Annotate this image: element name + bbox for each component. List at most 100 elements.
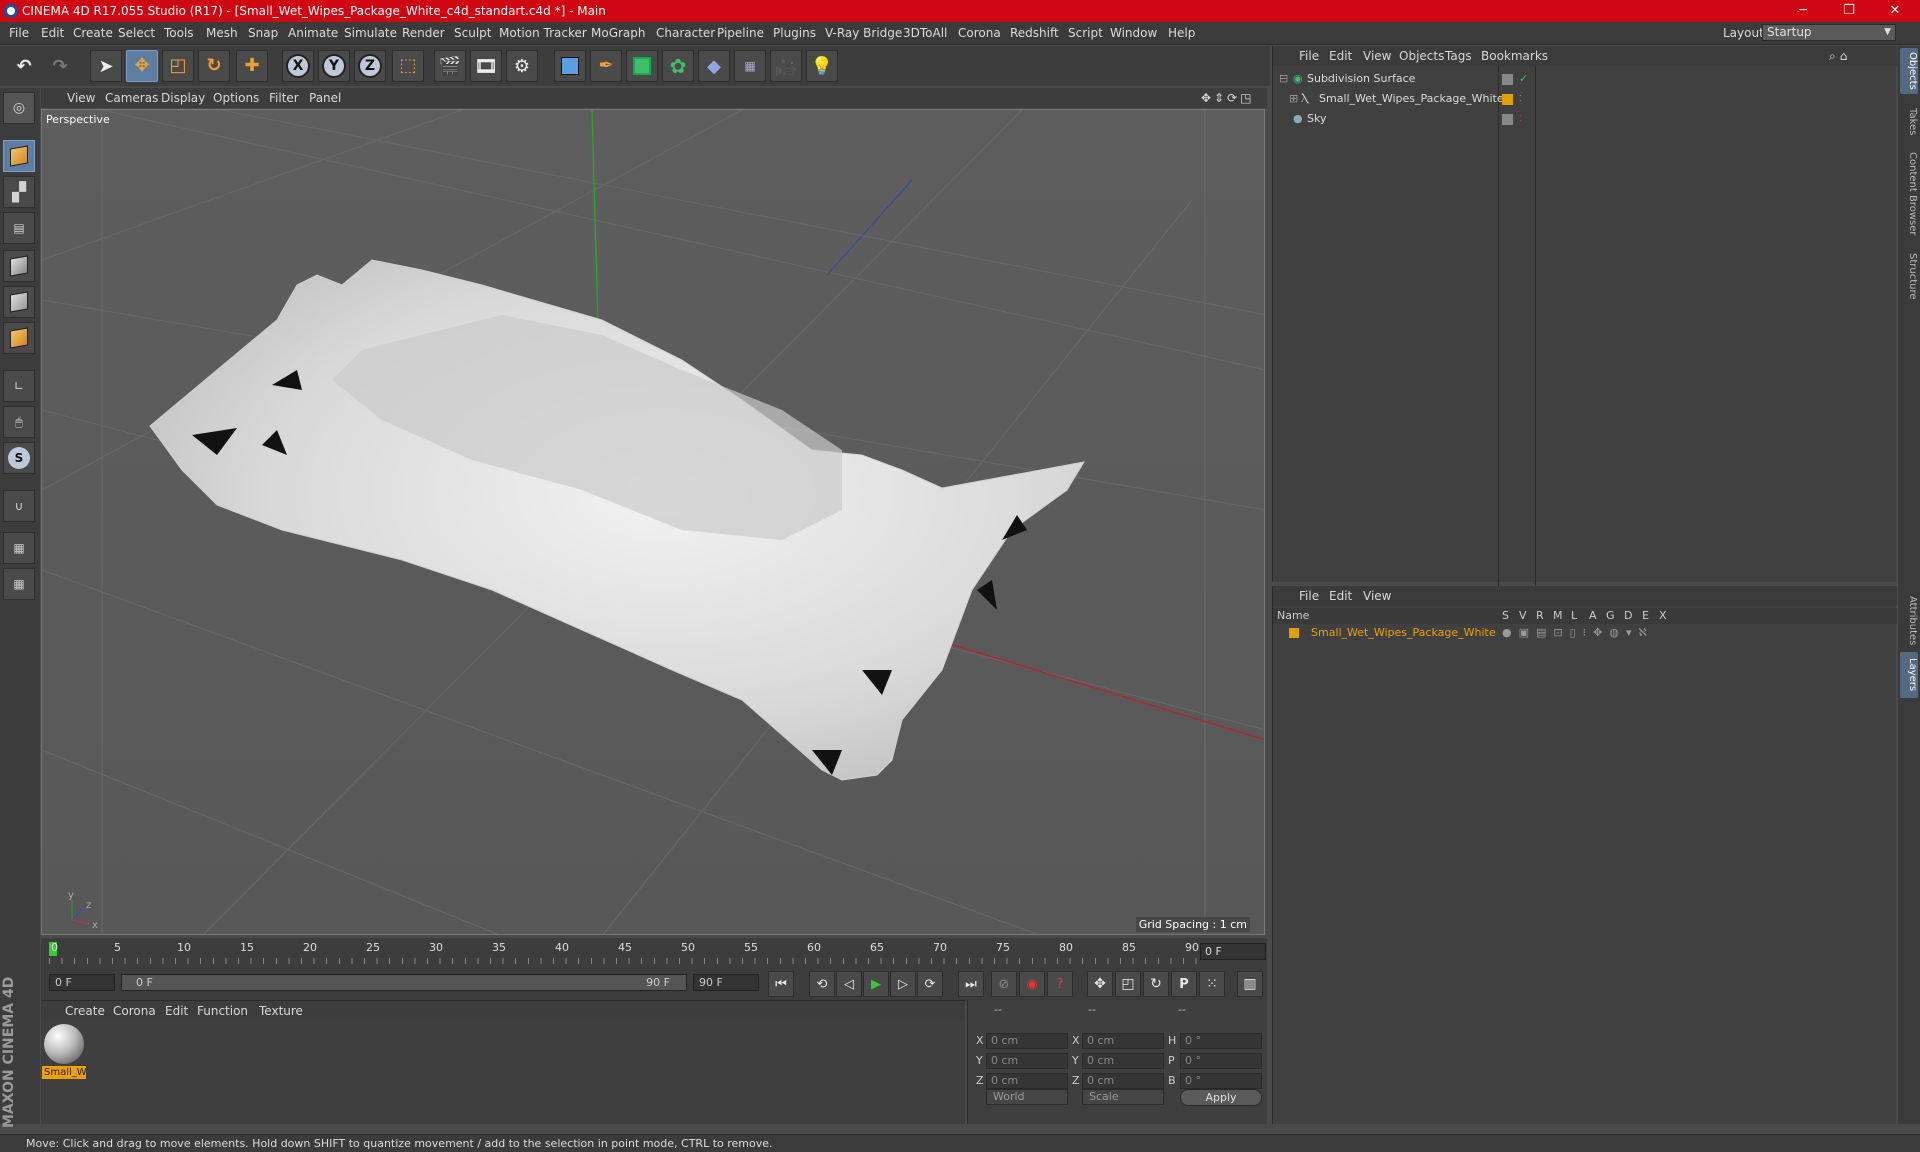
menu-pipeline[interactable]: Pipeline [717,26,764,40]
layer-row[interactable]: Small_Wet_Wipes_Package_White ●▣▤⊡▯⁝✥◍▾ℵ [1273,626,1897,642]
autokey-button[interactable]: ? [1047,971,1073,997]
layer-color-swatch[interactable] [1289,628,1299,638]
mograph-cloner-button[interactable]: ✿ [662,50,694,82]
frame-range-slider[interactable]: 0 F 90 F [121,974,687,991]
obj-menu-file[interactable]: File [1299,49,1319,63]
obj-menu-tags[interactable]: Tags [1445,49,1472,63]
menu-render[interactable]: Render [402,26,445,40]
last-tool-button[interactable]: ✚ [236,50,268,82]
menu-window[interactable]: Window [1110,26,1157,40]
key-position-button[interactable]: ✥ [1087,971,1113,997]
viewport-menu-options[interactable]: Options [213,91,259,105]
object-row-wet-wipes[interactable]: ⊞ Ⲗ Small_Wet_Wipes_Package_White ⁚ [1273,90,1897,110]
points-mode-button[interactable] [3,250,35,282]
polygons-mode-button[interactable] [3,322,35,354]
live-selection-button[interactable]: ➤ [90,50,122,82]
solo-button[interactable]: S [3,442,35,474]
coordinate-system-button[interactable]: ⬚ [392,50,424,82]
z-axis-lock-button[interactable]: Z [354,50,386,82]
tab-takes[interactable]: Takes [1900,102,1918,142]
end-frame-field[interactable]: 90 F [693,974,759,991]
tab-structure[interactable]: Structure [1900,246,1918,306]
play-button[interactable]: ▶ [863,971,889,997]
cube-object-button[interactable] [554,50,586,82]
visibility-dots-icon[interactable]: ⁚ [1519,90,1522,108]
tab-layers[interactable]: Layers [1900,652,1918,698]
obj-menu-objects[interactable]: Objects [1399,49,1444,63]
menu-simulate[interactable]: Simulate [344,26,397,40]
timeline-window-button[interactable]: ▥ [1237,971,1263,997]
close-icon[interactable]: ✕ [1872,0,1918,22]
viewport-nav-icons[interactable]: ✥⇕⟳◳ [1201,91,1255,105]
size-x-field[interactable]: 0 cm [1082,1033,1164,1049]
prev-key-button[interactable]: ⟲ [809,971,835,997]
layer-col-g[interactable]: G [1606,609,1615,622]
rot-b-field[interactable]: 0 ° [1180,1073,1262,1089]
texture-mode-button[interactable]: ▞ [3,176,35,208]
menu-script[interactable]: Script [1068,26,1103,40]
pos-x-field[interactable]: 0 cm [986,1033,1068,1049]
x-axis-lock-button[interactable]: X [282,50,314,82]
model-mode-button[interactable] [3,140,35,172]
object-row-subdivision-surface[interactable]: ⊟ ◉ Subdivision Surface ✓ [1273,70,1897,90]
workplane-mode-button[interactable]: ▤ [3,212,35,244]
viewport-menu-cameras[interactable]: Cameras [105,91,158,105]
menu-mograph[interactable]: MoGraph [591,26,646,40]
material-label[interactable]: Small_W [42,1066,86,1079]
rot-h-field[interactable]: 0 ° [1180,1033,1262,1049]
edges-mode-button[interactable] [3,286,35,318]
next-key-button[interactable]: ⟳ [917,971,943,997]
tab-objects[interactable]: Objects [1900,48,1918,94]
viewport-menu-view[interactable]: View [67,91,95,105]
render-picture-viewer-button[interactable]: 🎞 [470,50,502,82]
prev-frame-button[interactable]: ◁ [836,971,862,997]
scale-tool-button[interactable]: ◰ [162,50,194,82]
size-z-field[interactable]: 0 cm [1082,1073,1164,1089]
pos-y-field[interactable]: 0 cm [986,1053,1068,1069]
menu-vray-bridge[interactable]: V-Ray Bridge [825,26,902,40]
subdivision-surface-button[interactable] [626,50,658,82]
obj-menu-edit[interactable]: Edit [1329,49,1352,63]
layer-col-d[interactable]: D [1624,609,1632,622]
mat-menu-create[interactable]: Create [65,1004,105,1018]
key-scale-button[interactable]: ◰ [1115,971,1141,997]
layer-col-x[interactable]: X [1659,609,1667,622]
y-axis-lock-button[interactable]: Y [318,50,350,82]
minimize-icon[interactable]: ─ [1780,0,1826,22]
size-mode-dropdown[interactable]: Scale [1082,1089,1164,1105]
menu-sculpt[interactable]: Sculpt [454,26,491,40]
layer-col-l[interactable]: L [1571,609,1577,622]
mat-menu-edit[interactable]: Edit [165,1004,188,1018]
key-pla-button[interactable]: ⁙ [1199,971,1225,997]
mat-menu-corona[interactable]: Corona [113,1004,156,1018]
menu-plugins[interactable]: Plugins [773,26,816,40]
restore-icon[interactable]: ❐ [1826,0,1872,22]
layer-menu-file[interactable]: File [1299,589,1319,603]
motion-path-button[interactable]: ⊘ [991,971,1017,997]
apply-button[interactable]: Apply [1180,1089,1262,1106]
goto-start-button[interactable]: ⏮ [768,971,794,997]
menu-select[interactable]: Select [118,26,155,40]
snap-button[interactable]: ∪ [3,490,35,522]
mat-menu-texture[interactable]: Texture [259,1004,303,1018]
move-tool-button[interactable]: ✥ [126,50,158,82]
layer-menu-view[interactable]: View [1363,589,1391,603]
menu-corona[interactable]: Corona [958,26,1001,40]
layer-color-swatch[interactable] [1502,94,1513,105]
perspective-viewport[interactable]: y z x Perspective Grid Spacing : 1 cm [41,109,1265,935]
menu-snap[interactable]: Snap [248,26,278,40]
timeline-ruler[interactable]: 0 5 10 15 20 25 30 35 40 45 50 55 60 65 70 75 80 85 90 [41,938,1267,968]
tweak-mode-button[interactable]: 🖱 [3,406,35,438]
layer-col-s[interactable]: S [1502,609,1509,622]
menu-file[interactable]: File [9,26,29,40]
tab-attributes[interactable]: Attributes [1900,586,1918,656]
camera-object-button[interactable]: 🎥 [770,50,802,82]
menu-animate[interactable]: Animate [288,26,338,40]
menu-redshift[interactable]: Redshift [1010,26,1059,40]
layer-menu-edit[interactable]: Edit [1329,589,1352,603]
start-frame-field[interactable]: 0 F [49,974,115,991]
menu-character[interactable]: Character [656,26,715,40]
pos-z-field[interactable]: 0 cm [986,1073,1068,1089]
next-frame-button[interactable]: ▷ [890,971,916,997]
rot-p-field[interactable]: 0 ° [1180,1053,1262,1069]
